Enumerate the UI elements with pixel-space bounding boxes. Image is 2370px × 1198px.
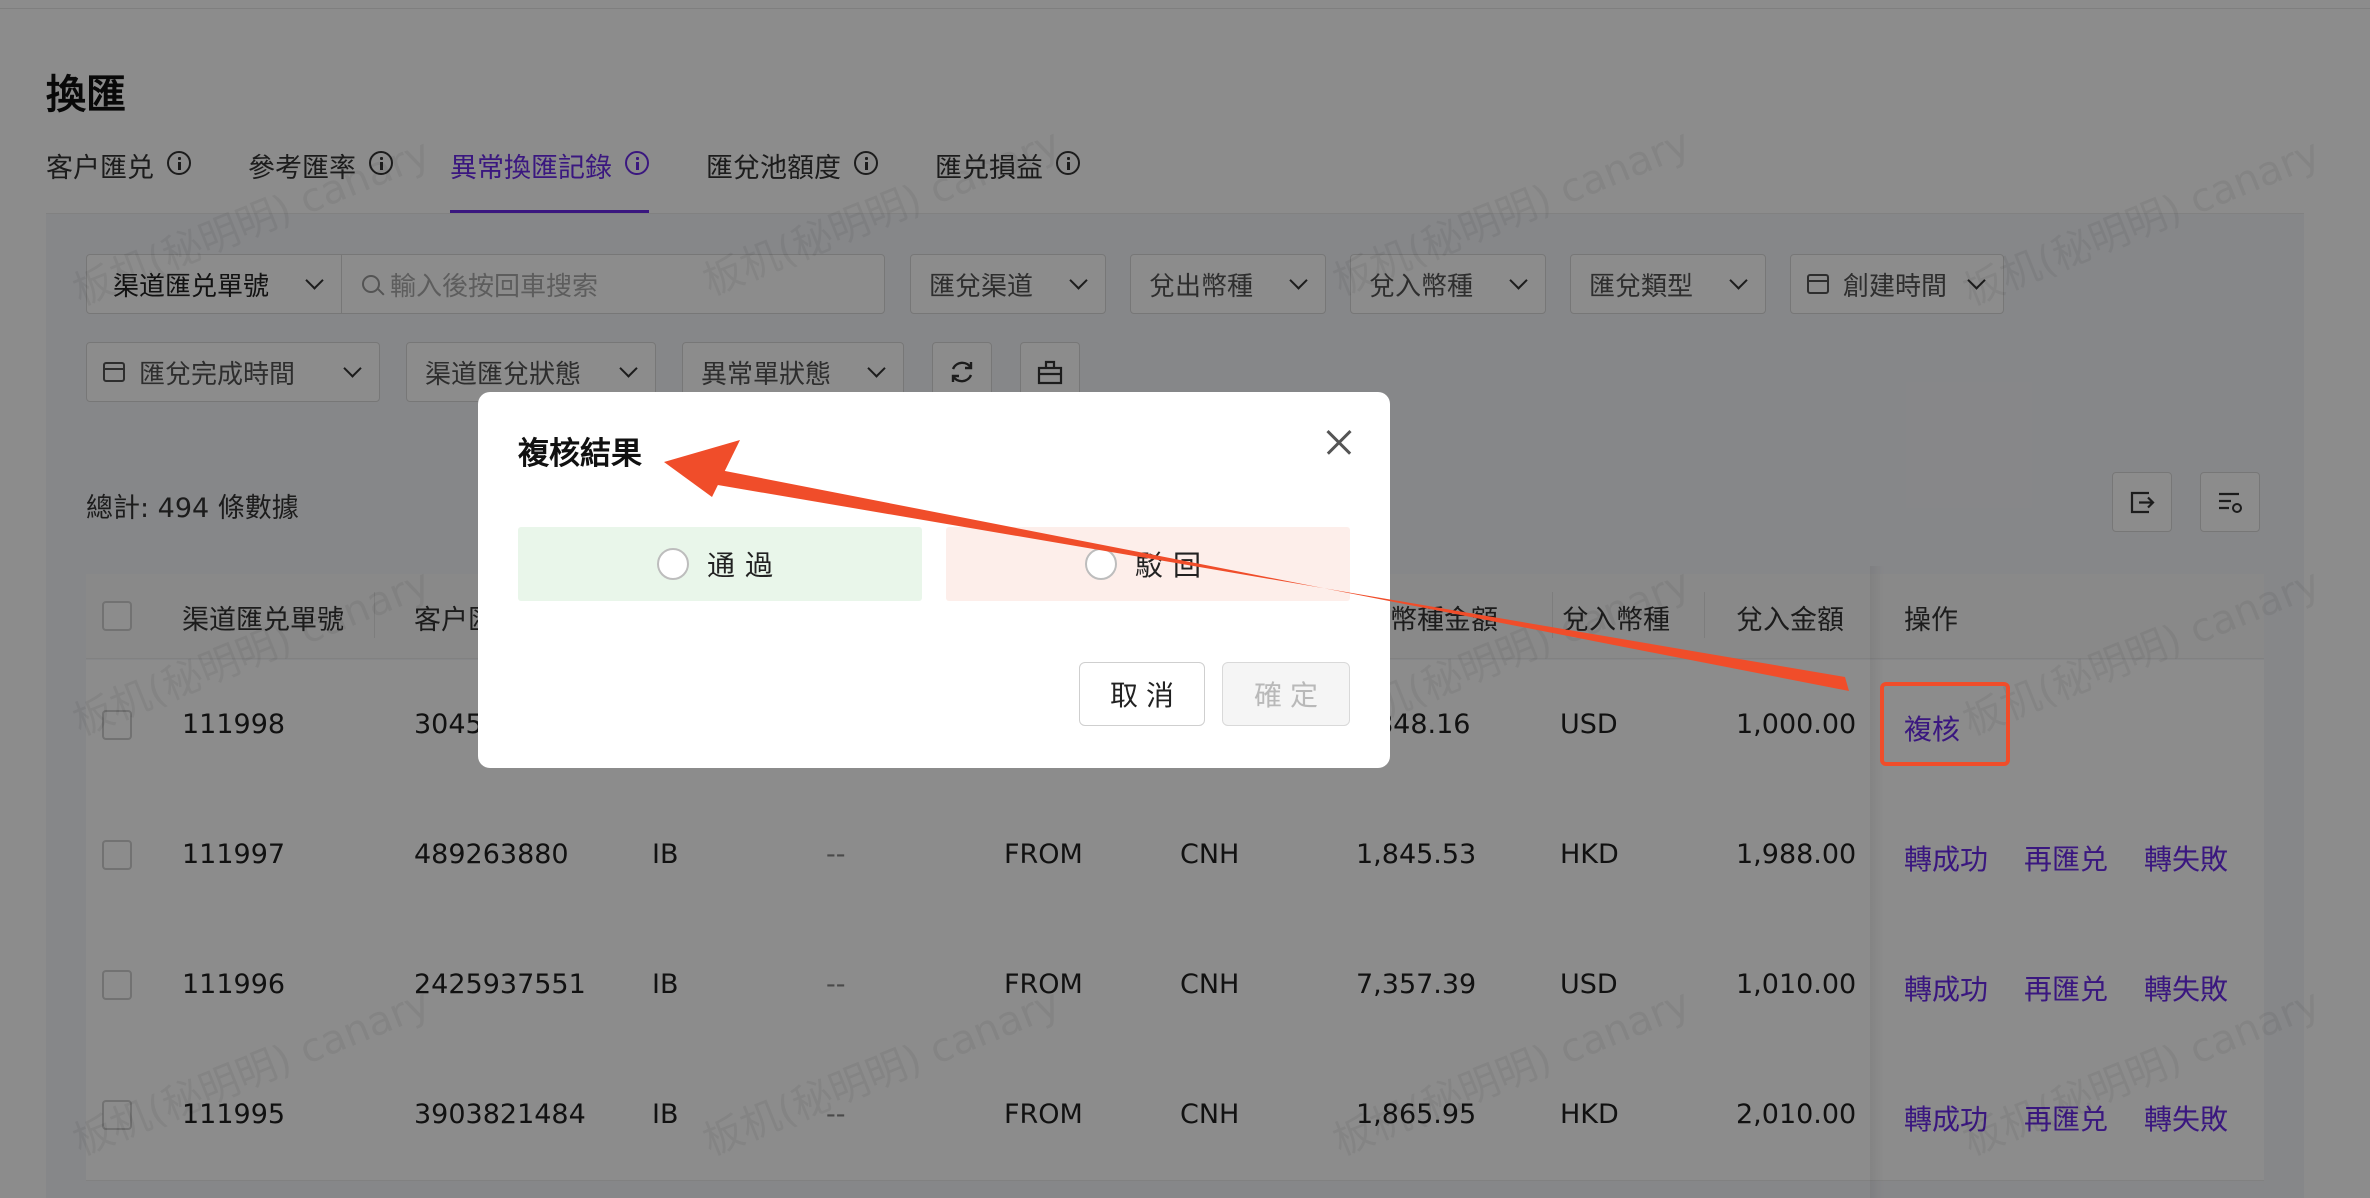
arrow-head xyxy=(664,440,740,497)
arrow-shaft xyxy=(712,470,1849,691)
annotation-arrow xyxy=(664,440,1849,691)
